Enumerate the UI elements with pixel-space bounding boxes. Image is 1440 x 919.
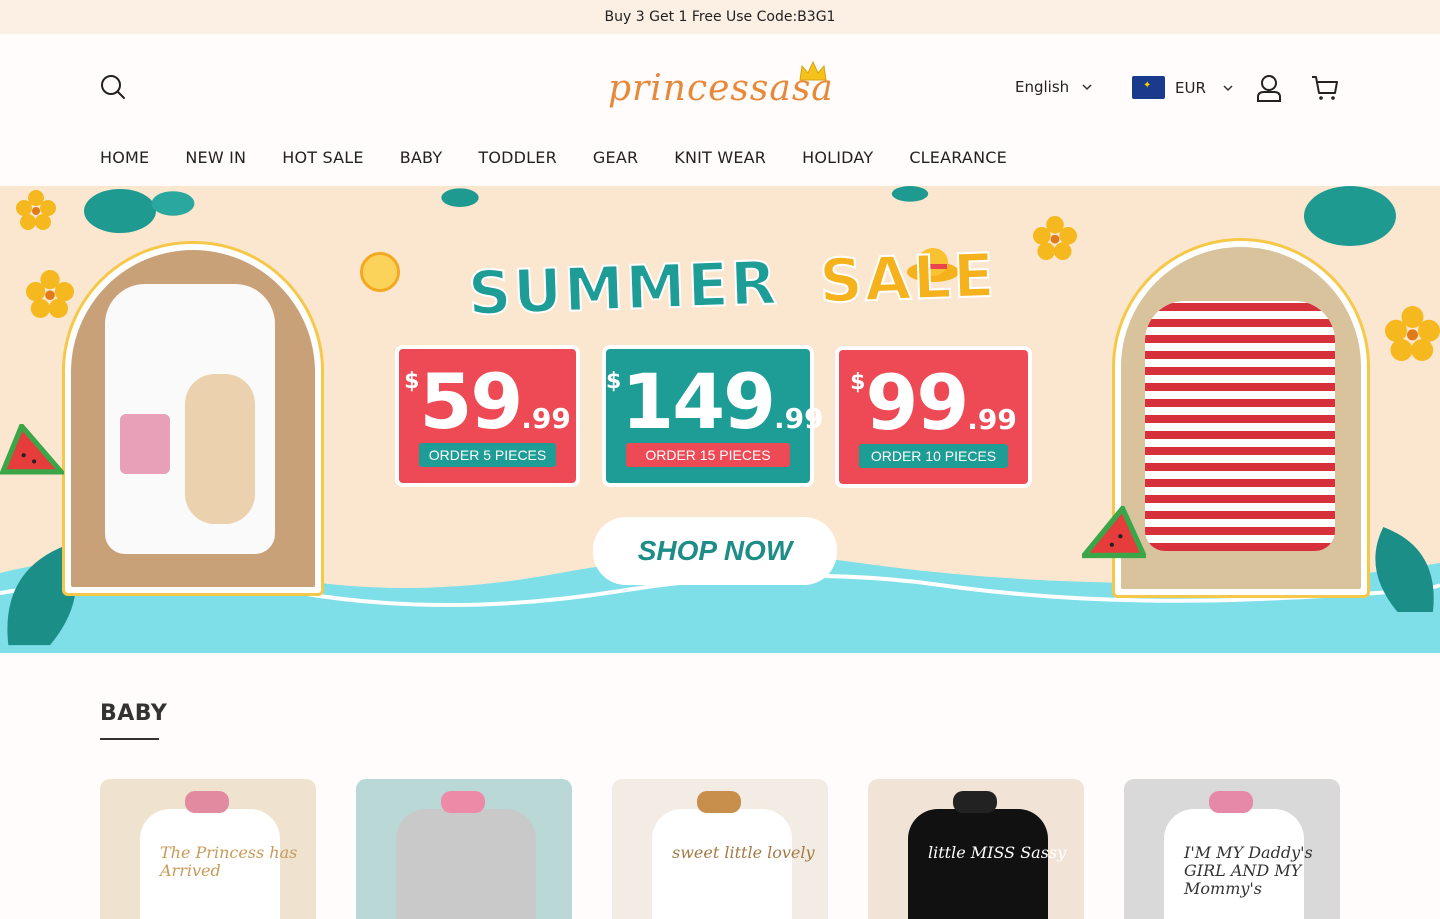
price-ticket[interactable]: $99.99 ORDER 10 PIECES (839, 350, 1028, 484)
nav-item-home[interactable]: HOME (100, 142, 149, 167)
price-ticket[interactable]: $59.99 ORDER 5 PIECES (399, 349, 576, 483)
leaf-decoration (891, 186, 929, 202)
product-card[interactable]: sweet little lovely (612, 779, 828, 919)
logo[interactable]: princessasa (608, 60, 833, 120)
watermelon-icon (1082, 506, 1146, 559)
announcement-text: Buy 3 Get 1 Free Use Code:B3G1 (604, 9, 836, 25)
price-cents: .99 (773, 402, 824, 435)
leaf-decoration (84, 189, 156, 233)
cart-icon[interactable] (1311, 74, 1339, 102)
title-word-sale: SALE (817, 240, 998, 318)
announcement-bar: Buy 3 Get 1 Free Use Code:B3G1 (0, 0, 1440, 34)
price-dollars: 59 (419, 357, 523, 446)
leaf-decoration (1304, 186, 1396, 246)
leaf-decoration (441, 188, 479, 207)
hero-banner[interactable]: SUMMER SALE $59.99 ORDER 5 PIECES $149.9… (0, 186, 1440, 653)
language-label: English (1015, 78, 1070, 96)
flower-decoration (1385, 306, 1440, 361)
site-header: princessasa English ✦ EUR (0, 34, 1440, 142)
giraffe-print (185, 374, 255, 524)
search-icon[interactable] (100, 74, 126, 100)
headband-bow (441, 791, 485, 813)
ticket-label: ORDER 10 PIECES (859, 444, 1008, 468)
nav-item-knit-wear[interactable]: KNIT WEAR (674, 142, 766, 167)
product-photo-left (62, 241, 324, 596)
baby-section: BABY (0, 653, 1440, 740)
flower-decoration (16, 190, 56, 230)
nav-item-toddler[interactable]: TODDLER (478, 142, 557, 167)
ticket-price: $149.99 (606, 357, 824, 446)
currency-symbol: $ (404, 369, 420, 394)
headband-bow (185, 791, 229, 813)
lemon-icon (360, 252, 400, 292)
title-word-summer: SUMMER (466, 247, 781, 330)
ticket-label: ORDER 5 PIECES (419, 443, 556, 467)
headband-bow (1209, 791, 1253, 813)
product-print-text: little MISS Sassy (928, 843, 1067, 862)
account-icon[interactable] (1256, 74, 1282, 102)
section-title: BABY (100, 701, 168, 726)
product-grid: The Princess has Arrived sweet little lov… (100, 779, 1340, 919)
product-card[interactable]: little MISS Sassy (868, 779, 1084, 919)
flower-decoration (1033, 216, 1077, 260)
product-photo-right (1112, 238, 1370, 598)
product-onesie (652, 809, 792, 919)
eu-flag-icon: ✦ (1132, 76, 1165, 99)
product-card[interactable]: I'M MY Daddy's GIRL AND MY Mommy's (1124, 779, 1340, 919)
product-print-text: sweet little lovely (672, 843, 815, 862)
language-selector[interactable]: English (1015, 78, 1093, 96)
chevron-down-icon (1223, 84, 1233, 91)
flower-decoration (26, 270, 74, 318)
product-print-text: The Princess has Arrived (160, 843, 298, 880)
watermelon-icon (0, 424, 64, 475)
ticket-price: $99.99 (839, 358, 1028, 447)
shop-now-button[interactable]: SHOP NOW (596, 520, 834, 582)
nav-item-holiday[interactable]: HOLIDAY (802, 142, 873, 167)
nav-item-baby[interactable]: BABY (400, 142, 443, 167)
main-nav: HOME NEW IN HOT SALE BABY TODDLER GEAR K… (0, 142, 1440, 186)
product-card[interactable]: The Princess has Arrived (100, 779, 316, 919)
product-onesie (396, 809, 536, 919)
currency-symbol: $ (606, 369, 622, 394)
nav-item-new-in[interactable]: NEW IN (185, 142, 246, 167)
romper-gingham (1145, 301, 1335, 551)
headband-bow (697, 791, 741, 813)
price-ticket[interactable]: $149.99 ORDER 15 PIECES (606, 349, 824, 483)
product-card[interactable] (356, 779, 572, 919)
product-print-text: I'M MY Daddy's GIRL AND MY Mommy's (1184, 843, 1313, 898)
currency-label: EUR (1175, 78, 1206, 97)
price-dollars: 99 (865, 358, 969, 447)
summer-sale-title: SUMMER SALE (466, 240, 998, 330)
nav-item-clearance[interactable]: CLEARANCE (909, 142, 1007, 167)
floral-pocket (120, 414, 170, 474)
chevron-down-icon (1082, 84, 1092, 91)
product-onesie (908, 809, 1048, 919)
leaf-decoration (151, 191, 195, 216)
price-cents: .99 (967, 403, 1017, 436)
currency-selector[interactable]: ✦ EUR (1132, 76, 1234, 99)
price-cents: .99 (521, 402, 571, 435)
section-underline (100, 738, 159, 740)
headband-bow (953, 791, 997, 813)
ticket-label: ORDER 15 PIECES (626, 443, 790, 467)
nav-item-hot-sale[interactable]: HOT SALE (282, 142, 364, 167)
crown-icon (799, 60, 827, 81)
ticket-price: $59.99 (399, 357, 576, 446)
nav-item-gear[interactable]: GEAR (593, 142, 638, 167)
currency-symbol: $ (850, 370, 866, 395)
price-dollars: 149 (621, 357, 776, 446)
